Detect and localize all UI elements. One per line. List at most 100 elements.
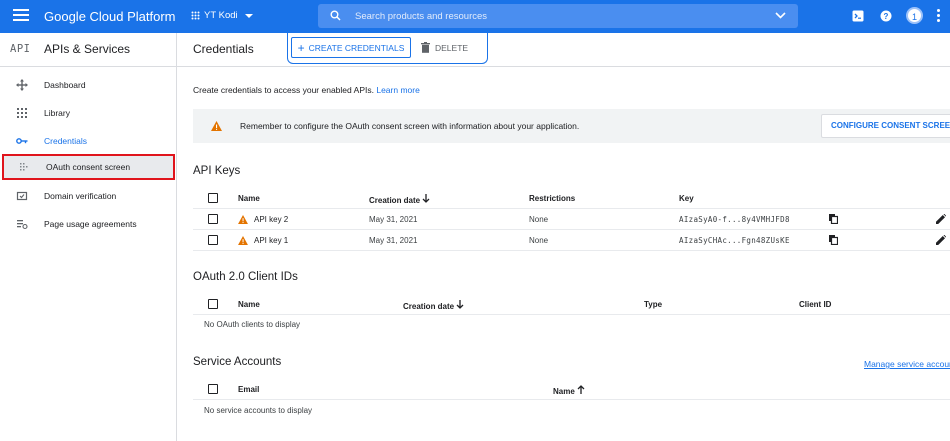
select-all-checkbox[interactable] [208,193,218,203]
column-header-type: Type [644,300,663,309]
delete-button[interactable]: DELETE [421,37,468,58]
row-checkbox[interactable] [208,214,218,224]
warning-icon [238,215,248,224]
api-logo: API [10,43,31,55]
agreements-icon [17,220,28,230]
sidebar-item-label: Page usage agreements [44,219,137,229]
domain-icon [16,191,28,201]
more-vert-icon[interactable] [937,9,941,24]
sidebar-item-credentials[interactable]: Credentials [0,128,177,154]
project-dots-icon [191,11,200,20]
sidebar-item-domain-verification[interactable]: Domain verification [0,183,177,209]
column-header-creation-date[interactable]: Creation date [369,194,430,205]
key-created: May 31, 2021 [369,236,418,245]
table-row[interactable]: API key 1 May 31, 2021 None AIzaSyCHAc..… [193,230,950,251]
table-row[interactable]: API key 2 May 31, 2021 None AIzaSyA0-f..… [193,209,950,230]
column-header-restrictions: Restrictions [529,194,576,203]
column-header-label: Creation date [403,302,455,311]
create-credentials-button[interactable]: + CREATE CREDENTIALS [291,37,411,58]
table-header-row: Name Creation date Type Client ID [193,294,950,315]
product-title[interactable]: Google Cloud Platform [44,9,176,24]
column-header-key: Key [679,194,694,203]
sidebar-item-dashboard[interactable]: Dashboard [0,72,177,98]
manage-service-accounts-link[interactable]: Manage service accounts [864,359,950,369]
dashboard-icon [16,79,28,91]
credentials-content: Create credentials to access your enable… [177,67,950,441]
warning-icon [211,121,222,131]
arrow-up-icon [577,385,585,394]
sidebar: API APIs & Services Dashboard Library Cr… [0,33,177,441]
column-header-label: Name [553,387,575,396]
project-selector[interactable]: YT Kodi [191,10,253,21]
search-input[interactable] [355,7,755,25]
key-value: AIzaSyCHAc...Fgn48ZUsKE [679,236,790,245]
action-bar: + CREATE CREDENTIALS DELETE [287,33,488,64]
column-header-creation-date[interactable]: Creation date [403,300,464,311]
chevron-down-icon [244,13,253,18]
plus-icon: + [297,40,305,55]
sidebar-header: API APIs & Services [0,33,177,67]
search-icon [330,10,341,21]
delete-label: DELETE [435,42,469,53]
service-accounts-empty-message: No service accounts to display [204,406,313,415]
select-all-checkbox[interactable] [208,384,218,394]
edit-icon[interactable] [936,235,946,245]
cloud-shell-icon[interactable] [852,10,864,22]
sidebar-item-library[interactable]: Library [0,100,177,126]
intro-message: Create credentials to access your enable… [193,85,374,95]
column-header-name[interactable]: Name [238,300,260,309]
service-accounts-title: Service Accounts [193,356,282,368]
key-restrictions: None [529,215,549,224]
column-header-name[interactable]: Name [553,385,585,396]
oauth-empty-message: No OAuth clients to display [204,320,301,329]
table-header-row: Name Creation date Restrictions Key [193,188,950,209]
edit-icon[interactable] [936,214,946,224]
table-header-row: Email Name [193,379,950,400]
sidebar-item-page-usage[interactable]: Page usage agreements [0,211,177,237]
column-header-name[interactable]: Name [238,194,260,203]
key-name[interactable]: API key 1 [254,236,288,245]
page-title: Credentials [193,42,254,56]
project-name: YT Kodi [204,10,238,21]
select-all-checkbox[interactable] [208,299,218,309]
copy-icon[interactable] [829,214,838,224]
sidebar-item-label: Library [44,108,70,118]
column-header-email[interactable]: Email [238,385,259,394]
configure-consent-screen-button[interactable]: CONFIGURE CONSENT SCREEN [821,114,950,138]
svg-text:?: ? [884,12,889,21]
sidebar-item-label: Credentials [44,136,87,146]
consent-warning-banner: Remember to configure the OAuth consent … [193,109,950,143]
column-header-label: Creation date [369,196,421,205]
sidebar-item-label: OAuth consent screen [46,162,131,172]
api-keys-title: API Keys [193,165,241,177]
arrow-down-icon [422,194,430,203]
arrow-down-icon [456,300,464,309]
sidebar-title: APIs & Services [44,42,131,56]
key-name[interactable]: API key 2 [254,215,288,224]
page-header: Credentials + CREATE CREDENTIALS DELETE [177,33,950,67]
warning-icon [238,236,248,245]
sidebar-item-oauth-consent[interactable]: OAuth consent screen [2,154,175,180]
oauth-title: OAuth 2.0 Client IDs [193,271,298,283]
learn-more-link[interactable]: Learn more [376,85,419,95]
copy-icon[interactable] [829,235,838,245]
hamburger-menu-icon[interactable] [13,9,29,23]
consent-icon [20,163,28,171]
help-icon[interactable]: ? [880,10,892,22]
column-header-client-id: Client ID [799,300,832,309]
sidebar-item-label: Domain verification [44,191,117,201]
account-avatar[interactable]: 1 [906,7,923,24]
library-icon [17,108,27,118]
key-restrictions: None [529,236,549,245]
trash-icon [421,42,430,53]
row-checkbox[interactable] [208,235,218,245]
top-app-bar: Google Cloud Platform YT Kodi ? 1 [0,0,950,33]
key-value: AIzaSyA0-f...8y4VMHJFD8 [679,215,790,224]
key-created: May 31, 2021 [369,215,418,224]
sidebar-item-label: Dashboard [44,80,86,90]
create-credentials-label: CREATE CREDENTIALS [308,42,405,53]
expand-search-icon[interactable] [775,12,786,19]
intro-text: Create credentials to access your enable… [193,85,420,95]
banner-message: Remember to configure the OAuth consent … [240,121,580,131]
search-bar[interactable] [318,4,798,28]
